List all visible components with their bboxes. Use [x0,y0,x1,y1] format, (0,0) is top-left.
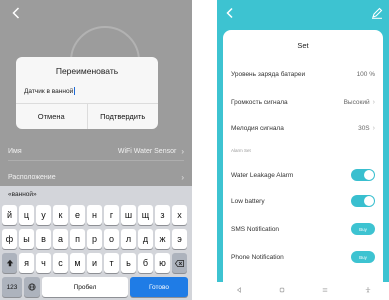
signal-volume-value: Высокий [343,98,370,106]
rename-input-value: Датчик в ванной [24,87,74,95]
sms-notification-label: SMS Notification [231,225,280,233]
alarm-set-caption: Alarm Set [231,148,251,153]
back-arrow-icon[interactable] [9,6,23,20]
keyboard-row-3: я ч с м и т ь б ю [0,253,192,273]
name-value: WiFi Water Sensor [117,147,177,155]
key[interactable]: ф [2,229,17,249]
left-phone-screen: Переименовать Датчик в ванной Отмена Под… [0,0,192,300]
confirm-button[interactable]: Подтвердить [86,104,159,129]
signal-volume-label: Громкость сигнала [231,98,288,106]
battery-level-label: Уровень заряда батареи [231,70,306,78]
key[interactable]: ц [19,205,34,225]
done-key[interactable]: Готово [130,277,188,297]
key[interactable]: щ [138,205,153,225]
key[interactable]: й [2,205,17,225]
key[interactable]: ш [121,205,136,225]
low-battery-row: Low battery [223,191,383,211]
signal-melody-value: 30S [358,124,370,132]
key[interactable]: з [155,205,170,225]
key[interactable]: я [19,253,34,273]
page-title: Set [297,41,309,50]
cancel-button[interactable]: Отмена [16,104,87,129]
globe-icon[interactable] [24,277,40,297]
key[interactable]: ж [155,229,170,249]
nav-home-icon[interactable] [274,287,290,295]
key[interactable]: р [87,229,102,249]
key[interactable]: а [53,229,68,249]
water-leakage-alarm-toggle[interactable] [351,169,375,181]
edit-icon[interactable] [371,7,383,19]
system-nav-bar [217,282,389,300]
key[interactable]: х [172,205,187,225]
key[interactable]: в [36,229,51,249]
nav-accessibility-icon[interactable] [360,287,376,295]
location-row[interactable]: Расположение › [0,169,192,185]
phone-notification-label: Phone Notification [231,253,284,261]
keyboard-row-1: й ц у к е н г ш щ з х [0,205,192,225]
space-key[interactable]: Пробел [42,277,128,297]
key[interactable]: н [87,205,102,225]
key[interactable]: б [138,253,153,273]
key[interactable]: о [104,229,119,249]
rename-input[interactable]: Датчик в ванной [24,84,150,98]
suggestion-bar[interactable]: «ванной» [0,186,192,203]
signal-melody-label: Мелодия сигнала [231,124,284,132]
divider [8,160,184,161]
shift-icon[interactable] [2,253,17,273]
name-row[interactable]: Имя WiFi Water Sensor › [0,143,192,159]
key[interactable]: ы [19,229,34,249]
nav-menu-icon[interactable] [317,287,333,295]
key[interactable]: г [104,205,119,225]
phone-buy-button[interactable]: Buy [351,251,375,263]
signal-volume-row[interactable]: Громкость сигнала Высокий › [223,92,383,112]
location-label: Расположение [8,173,56,181]
sms-buy-button[interactable]: Buy [351,223,375,235]
key[interactable]: э [172,229,187,249]
key[interactable]: п [70,229,85,249]
water-leakage-alarm-label: Water Leakage Alarm [231,171,294,179]
keyboard-row-2: ф ы в а п р о л д ж э [0,229,192,249]
signal-melody-row[interactable]: Мелодия сигнала 30S › [223,118,383,138]
key[interactable]: к [53,205,68,225]
chevron-right-icon: › [372,98,375,106]
battery-level-row: Уровень заряда батареи 100 % [223,64,383,84]
key[interactable]: и [87,253,102,273]
key[interactable]: м [70,253,85,273]
phone-notification-row: Phone Notification Buy [223,247,383,267]
key[interactable]: д [138,229,153,249]
back-arrow-icon[interactable] [225,7,235,19]
right-phone-screen: Set Уровень заряда батареи 100 % Громкос… [217,0,389,300]
key[interactable]: ч [36,253,51,273]
low-battery-toggle[interactable] [351,195,375,207]
numbers-key[interactable]: 123 [2,277,22,297]
rename-dialog: Переименовать Датчик в ванной Отмена Под… [16,57,158,129]
chevron-right-icon: › [181,146,184,156]
key[interactable]: у [36,205,51,225]
key[interactable]: ь [121,253,136,273]
keyboard-row-4: 123 Пробел Готово [0,277,192,297]
backspace-icon[interactable] [172,253,187,273]
key[interactable]: с [53,253,68,273]
low-battery-label: Low battery [231,197,265,205]
nav-back-icon[interactable] [231,287,247,295]
keyboard: «ванной» й ц у к е н г ш щ з х ф ы в а п… [0,186,192,300]
name-label: Имя [8,147,22,155]
text-caret [74,87,76,95]
suggestion-word[interactable]: «ванной» [8,191,37,198]
dialog-title: Переименовать [55,66,119,76]
battery-level-value: 100 % [356,70,375,78]
top-bar [217,0,389,26]
chevron-right-icon: › [372,124,375,132]
key[interactable]: ю [155,253,170,273]
sms-notification-row: SMS Notification Buy [223,219,383,239]
water-leakage-alarm-row: Water Leakage Alarm [223,165,383,185]
dialog-actions: Отмена Подтвердить [16,103,158,129]
chevron-right-icon: › [181,172,184,182]
key[interactable]: т [104,253,119,273]
key[interactable]: л [121,229,136,249]
settings-card: Set Уровень заряда батареи 100 % Громкос… [223,30,383,282]
key[interactable]: е [70,205,85,225]
